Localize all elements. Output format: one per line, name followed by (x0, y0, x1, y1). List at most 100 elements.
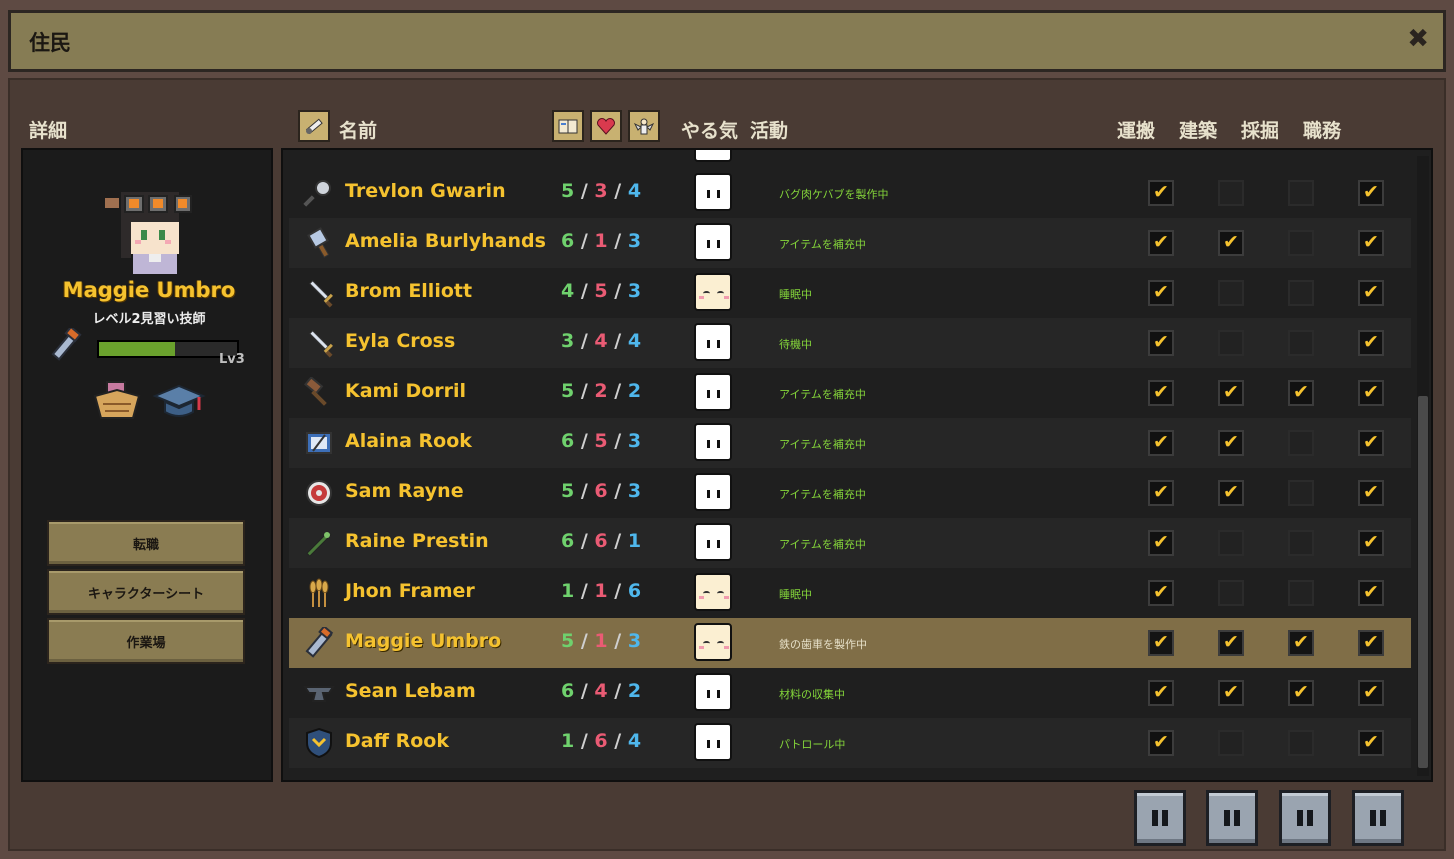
resident-row[interactable]: Sam Rayne 5 / 6 / 3 アイテムを補充中 (289, 468, 1411, 518)
resident-row[interactable]: Jhon Framer 1 / 1 / 6 睡眠中 (289, 568, 1411, 618)
resident-stats: 6 / 5 / 3 (561, 430, 642, 452)
build-header[interactable]: 建築 (1179, 116, 1217, 143)
resident-row[interactable]: Sean Lebam 6 / 4 / 2 材料の収集中 (289, 668, 1411, 718)
haul-checkbox[interactable] (1148, 180, 1174, 206)
build-checkbox[interactable] (1218, 630, 1244, 656)
resident-row[interactable]: Maggie Umbro 5 / 1 / 3 鉄の歯車を製作中 (289, 618, 1411, 668)
mine-checkbox[interactable] (1288, 480, 1314, 506)
haul-checkbox[interactable] (1148, 530, 1174, 556)
resident-row[interactable]: Daff Rook 1 / 6 / 4 パトロール中 (289, 718, 1411, 768)
pause-button-2[interactable] (1206, 790, 1258, 846)
haul-checkbox[interactable] (1148, 680, 1174, 706)
book-icon[interactable] (552, 110, 584, 142)
resident-row[interactable]: Amelia Burlyhands 6 / 1 / 3 アイテムを補充中 (289, 218, 1411, 268)
mine-checkbox[interactable] (1288, 230, 1314, 256)
mine-checkbox[interactable] (1288, 630, 1314, 656)
pause-button-4[interactable] (1352, 790, 1404, 846)
job-checkbox[interactable] (1358, 380, 1384, 406)
haul-checkbox[interactable] (1148, 380, 1174, 406)
resident-name[interactable]: Trevlon Gwarin (345, 180, 506, 202)
resident-name[interactable]: Raine Prestin (345, 530, 489, 552)
resident-row[interactable]: Alaina Rook 6 / 5 / 3 アイテムを補充中 (289, 418, 1411, 468)
resident-name[interactable]: Jhon Framer (345, 580, 475, 602)
mine-checkbox[interactable] (1288, 730, 1314, 756)
haul-checkbox[interactable] (1148, 580, 1174, 606)
basket-icon[interactable] (89, 378, 145, 422)
resident-name[interactable]: Alaina Rook (345, 430, 472, 452)
resident-name[interactable]: Daff Rook (345, 730, 449, 752)
resident-row[interactable]: Raine Prestin 6 / 6 / 1 アイテムを補充中 (289, 518, 1411, 568)
haul-header[interactable]: 運搬 (1117, 116, 1155, 143)
job-checkbox[interactable] (1358, 330, 1384, 356)
resident-name[interactable]: Sam Rayne (345, 480, 464, 502)
job-checkbox[interactable] (1358, 180, 1384, 206)
resident-name[interactable]: Kami Dorril (345, 380, 466, 402)
resident-name[interactable]: Sean Lebam (345, 680, 476, 702)
sort-profession-icon[interactable] (298, 110, 330, 142)
haul-checkbox[interactable] (1148, 280, 1174, 306)
haul-checkbox[interactable] (1148, 630, 1174, 656)
job-checkbox[interactable] (1358, 530, 1384, 556)
motivation-header[interactable]: やる気 (681, 116, 738, 143)
haul-checkbox[interactable] (1148, 480, 1174, 506)
resident-row[interactable]: Trevlon Gwarin 5 / 3 / 4 バグ肉ケバブを製作中 (289, 168, 1411, 218)
name-header[interactable]: 名前 (339, 116, 377, 143)
build-checkbox[interactable] (1218, 530, 1244, 556)
job-checkbox[interactable] (1358, 730, 1384, 756)
pause-button-3[interactable] (1279, 790, 1331, 846)
build-checkbox[interactable] (1218, 230, 1244, 256)
resident-activity: 鉄の歯車を製作中 (779, 638, 867, 651)
build-checkbox[interactable] (1218, 380, 1244, 406)
build-checkbox[interactable] (1218, 180, 1244, 206)
build-checkbox[interactable] (1218, 280, 1244, 306)
character-sheet-button[interactable]: キャラクターシート (47, 569, 245, 615)
close-icon[interactable]: ✖ (1407, 24, 1429, 54)
mine-checkbox[interactable] (1288, 680, 1314, 706)
mine-checkbox[interactable] (1288, 430, 1314, 456)
mine-header[interactable]: 採掘 (1241, 116, 1279, 143)
change-job-button[interactable]: 転職 (47, 520, 245, 566)
resident-activity: アイテムを補充中 (779, 388, 866, 401)
job-checkbox[interactable] (1358, 430, 1384, 456)
build-checkbox[interactable] (1218, 580, 1244, 606)
workshop-button[interactable]: 作業場 (47, 618, 245, 664)
resident-name[interactable]: Amelia Burlyhands (345, 230, 546, 252)
build-checkbox[interactable] (1218, 680, 1244, 706)
haul-checkbox[interactable] (1148, 230, 1174, 256)
stat-spirit: 2 (627, 680, 642, 702)
mine-checkbox[interactable] (1288, 380, 1314, 406)
mine-checkbox[interactable] (1288, 330, 1314, 356)
resident-row[interactable]: Kami Dorril 5 / 2 / 2 アイテムを補充中 (289, 368, 1411, 418)
mine-checkbox[interactable] (1288, 530, 1314, 556)
job-checkbox[interactable] (1358, 580, 1384, 606)
job-checkbox[interactable] (1358, 280, 1384, 306)
haul-checkbox[interactable] (1148, 330, 1174, 356)
mine-checkbox[interactable] (1288, 180, 1314, 206)
build-checkbox[interactable] (1218, 430, 1244, 456)
job-checkbox[interactable] (1358, 680, 1384, 706)
job-checkbox[interactable] (1358, 630, 1384, 656)
haul-checkbox[interactable] (1148, 730, 1174, 756)
heart-icon[interactable] (590, 110, 622, 142)
angel-icon[interactable] (628, 110, 660, 142)
resident-name[interactable]: Brom Elliott (345, 280, 472, 302)
mine-checkbox[interactable] (1288, 280, 1314, 306)
build-checkbox[interactable] (1218, 330, 1244, 356)
neutral-face-icon (694, 323, 732, 361)
mine-checkbox[interactable] (1288, 580, 1314, 606)
build-checkbox[interactable] (1218, 730, 1244, 756)
build-checkbox[interactable] (1218, 480, 1244, 506)
scrollbar-thumb[interactable] (1418, 396, 1428, 768)
graduation-cap-icon[interactable] (151, 378, 207, 422)
pause-button-1[interactable] (1134, 790, 1186, 846)
resident-name[interactable]: Maggie Umbro (345, 630, 501, 652)
stat-spirit: 3 (627, 480, 642, 502)
job-checkbox[interactable] (1358, 230, 1384, 256)
haul-checkbox[interactable] (1148, 430, 1174, 456)
resident-row[interactable]: Eyla Cross 3 / 4 / 4 待機中 (289, 318, 1411, 368)
resident-name[interactable]: Eyla Cross (345, 330, 455, 352)
job-checkbox[interactable] (1358, 480, 1384, 506)
resident-list[interactable]: Trevlon Gwarin 5 / 3 / 4 バグ肉ケバブを製作中 Amelia … (281, 148, 1433, 782)
resident-row[interactable]: Brom Elliott 4 / 5 / 3 睡眠中 (289, 268, 1411, 318)
job-header[interactable]: 職務 (1303, 116, 1341, 143)
